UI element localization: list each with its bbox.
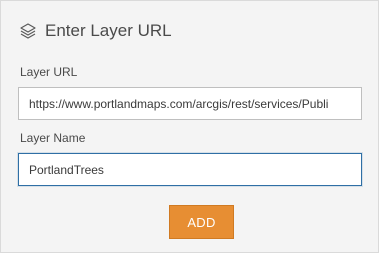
layer-url-label: Layer URL bbox=[20, 65, 78, 79]
add-layer-panel: Enter Layer URL Layer URL Layer Name ADD bbox=[0, 0, 379, 253]
layer-name-input[interactable] bbox=[18, 153, 362, 186]
add-button[interactable]: ADD bbox=[169, 205, 234, 239]
layer-url-input[interactable] bbox=[18, 87, 362, 120]
panel-title: Enter Layer URL bbox=[45, 21, 172, 40]
layers-icon bbox=[19, 22, 37, 40]
panel-header: Enter Layer URL bbox=[19, 20, 172, 42]
layer-name-label: Layer Name bbox=[20, 131, 86, 145]
